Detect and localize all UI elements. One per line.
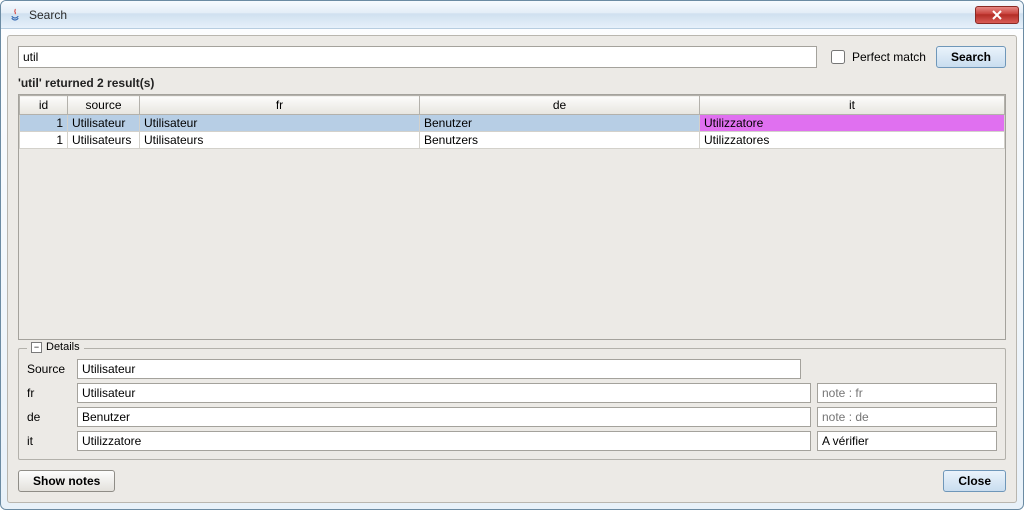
search-button[interactable]: Search bbox=[936, 46, 1006, 68]
details-legend: − Details bbox=[27, 341, 84, 353]
table-row[interactable]: 1UtilisateursUtilisateursBenutzersUtiliz… bbox=[20, 132, 1005, 149]
perfect-match-option[interactable]: Perfect match bbox=[827, 47, 926, 67]
col-source[interactable]: source bbox=[68, 96, 140, 115]
content-panel: Perfect match Search 'util' returned 2 r… bbox=[7, 35, 1017, 503]
table-cell[interactable]: Utilisateurs bbox=[140, 132, 420, 149]
label-source: Source bbox=[27, 362, 71, 376]
table-cell[interactable]: 1 bbox=[20, 115, 68, 132]
details-it-note[interactable] bbox=[817, 431, 997, 451]
label-it: it bbox=[27, 434, 71, 448]
table-cell[interactable]: 1 bbox=[20, 132, 68, 149]
table-cell[interactable]: Utilizzatore bbox=[700, 115, 1005, 132]
search-window: Search Perfect match Search 'util' retur… bbox=[0, 0, 1024, 510]
details-fr-note[interactable] bbox=[817, 383, 997, 403]
table-cell[interactable]: Utilisateurs bbox=[68, 132, 140, 149]
window-title: Search bbox=[29, 8, 67, 22]
table-header-row: id source fr de it bbox=[20, 96, 1005, 115]
label-de: de bbox=[27, 410, 71, 424]
col-id[interactable]: id bbox=[20, 96, 68, 115]
details-de-input[interactable] bbox=[77, 407, 811, 427]
window-close-button[interactable] bbox=[975, 6, 1019, 24]
details-it-input[interactable] bbox=[77, 431, 811, 451]
details-source-input[interactable] bbox=[77, 359, 801, 379]
results-label: 'util' returned 2 result(s) bbox=[18, 76, 1006, 90]
show-notes-button[interactable]: Show notes bbox=[18, 470, 115, 492]
table-row[interactable]: 1UtilisateurUtilisateurBenutzerUtilizzat… bbox=[20, 115, 1005, 132]
table-cell[interactable]: Benutzers bbox=[420, 132, 700, 149]
details-fr-input[interactable] bbox=[77, 383, 811, 403]
footer-row: Show notes Close bbox=[18, 470, 1006, 492]
table-cell[interactable]: Utilisateur bbox=[140, 115, 420, 132]
col-fr[interactable]: fr bbox=[140, 96, 420, 115]
titlebar: Search bbox=[1, 1, 1023, 29]
perfect-match-label: Perfect match bbox=[852, 50, 926, 64]
table-cell[interactable]: Utilizzatores bbox=[700, 132, 1005, 149]
results-table: id source fr de it 1UtilisateurUtilisate… bbox=[19, 95, 1005, 149]
details-de-note[interactable] bbox=[817, 407, 997, 427]
close-button[interactable]: Close bbox=[943, 470, 1006, 492]
results-table-container: id source fr de it 1UtilisateurUtilisate… bbox=[18, 94, 1006, 340]
details-legend-text: Details bbox=[46, 341, 80, 353]
java-icon bbox=[7, 7, 23, 23]
search-input[interactable] bbox=[18, 46, 817, 68]
table-cell[interactable]: Utilisateur bbox=[68, 115, 140, 132]
table-empty-area bbox=[19, 149, 1005, 339]
col-it[interactable]: it bbox=[700, 96, 1005, 115]
col-de[interactable]: de bbox=[420, 96, 700, 115]
search-row: Perfect match Search bbox=[18, 46, 1006, 68]
table-cell[interactable]: Benutzer bbox=[420, 115, 700, 132]
perfect-match-checkbox[interactable] bbox=[831, 50, 845, 64]
collapse-icon[interactable]: − bbox=[31, 342, 42, 353]
label-fr: fr bbox=[27, 386, 71, 400]
details-panel: − Details Source fr de it bbox=[18, 348, 1006, 460]
